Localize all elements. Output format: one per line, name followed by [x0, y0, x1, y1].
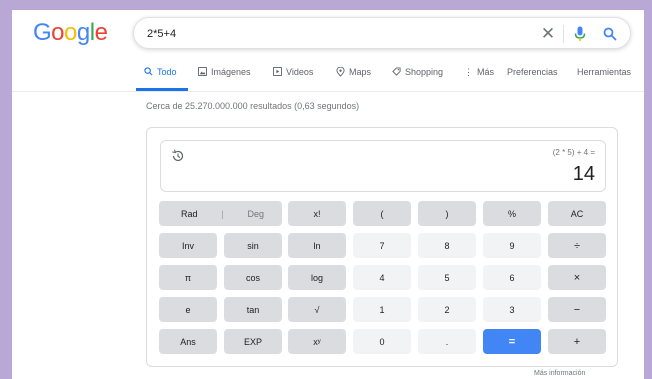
- tab-label: Más: [477, 67, 495, 77]
- microphone-icon[interactable]: [570, 24, 590, 44]
- calculator-display: (2 * 5) + 4 = 14: [160, 140, 606, 192]
- key-log[interactable]: log: [288, 265, 346, 290]
- deg-label: Deg: [247, 208, 264, 219]
- tab-label: Maps: [349, 67, 372, 77]
- key-5[interactable]: 5: [418, 265, 476, 290]
- key-equals[interactable]: =: [483, 329, 541, 354]
- video-icon: [273, 67, 282, 78]
- tab-shopping[interactable]: Shopping: [392, 67, 443, 89]
- tab-label: Todo: [157, 67, 177, 77]
- tag-icon: [392, 67, 401, 78]
- tab-label: Herramientas: [577, 67, 632, 77]
- rad-deg-toggle[interactable]: Rad | Deg: [159, 201, 282, 226]
- search-input[interactable]: [147, 24, 527, 44]
- rad-label: Rad: [181, 208, 198, 219]
- tabs-divider: [12, 91, 644, 92]
- key-tan[interactable]: tan: [224, 297, 282, 322]
- logo-letter: G: [33, 19, 52, 46]
- key-sqrt[interactable]: √: [288, 297, 346, 322]
- map-pin-icon: [336, 66, 345, 79]
- key-exp[interactable]: EXP: [224, 329, 282, 354]
- key-power[interactable]: xʸ: [288, 329, 346, 354]
- key-e[interactable]: e: [159, 297, 217, 322]
- key-9[interactable]: 9: [483, 233, 541, 258]
- calculator-card: (2 * 5) + 4 = 14 Rad | Deg x! ( ) % AC I…: [146, 127, 618, 367]
- logo-letter: g: [76, 19, 90, 46]
- key-close-paren[interactable]: ): [418, 201, 476, 226]
- image-icon: [198, 67, 207, 78]
- rad-deg-separator: |: [221, 208, 224, 219]
- frame-left-border: [0, 0, 12, 379]
- key-2[interactable]: 2: [418, 297, 476, 322]
- key-subtract[interactable]: −: [548, 297, 606, 322]
- key-factorial[interactable]: x!: [288, 201, 346, 226]
- key-multiply[interactable]: ×: [548, 265, 606, 290]
- tab-mas[interactable]: ⋮ Más: [464, 67, 494, 89]
- key-0[interactable]: 0: [353, 329, 411, 354]
- search-bar: ✕: [133, 17, 631, 49]
- calculator-result: 14: [572, 163, 595, 185]
- key-inv[interactable]: Inv: [159, 233, 217, 258]
- search-divider: [563, 25, 564, 43]
- tab-maps[interactable]: Maps: [336, 66, 372, 89]
- logo-letter: o: [51, 19, 65, 46]
- key-open-paren[interactable]: (: [353, 201, 411, 226]
- key-ln[interactable]: ln: [288, 233, 346, 258]
- google-logo[interactable]: Google: [33, 19, 108, 47]
- tab-label: Imágenes: [211, 67, 251, 77]
- key-3[interactable]: 3: [483, 297, 541, 322]
- key-percent[interactable]: %: [483, 201, 541, 226]
- logo-letter: o: [64, 19, 77, 46]
- key-1[interactable]: 1: [353, 297, 411, 322]
- tab-label: Videos: [286, 67, 314, 77]
- key-6[interactable]: 6: [483, 265, 541, 290]
- tab-imagenes[interactable]: Imágenes: [198, 67, 251, 89]
- key-4[interactable]: 4: [353, 265, 411, 290]
- tab-preferencias[interactable]: Preferencias: [507, 67, 558, 89]
- calculator-expression: (2 * 5) + 4 =: [552, 148, 595, 157]
- frame-right-border: [644, 0, 652, 379]
- frame-top-border: [0, 0, 652, 10]
- tab-label: Shopping: [405, 67, 444, 77]
- key-pi[interactable]: π: [159, 265, 217, 290]
- history-icon[interactable]: [171, 149, 185, 163]
- search-icon: [144, 67, 153, 78]
- key-divide[interactable]: ÷: [548, 233, 606, 258]
- key-7[interactable]: 7: [353, 233, 411, 258]
- key-sin[interactable]: sin: [224, 233, 282, 258]
- more-vertical-icon: ⋮: [464, 67, 473, 77]
- tab-todo[interactable]: Todo: [144, 67, 177, 89]
- tab-label: Preferencias: [507, 67, 558, 77]
- key-decimal[interactable]: .: [418, 329, 476, 354]
- key-all-clear[interactable]: AC: [548, 201, 606, 226]
- more-info-link[interactable]: Más información: [534, 370, 585, 377]
- search-tabs: Todo Imágenes Videos Maps Shopping ⋮ Más …: [144, 66, 644, 89]
- key-add[interactable]: +: [548, 329, 606, 354]
- clear-icon[interactable]: ✕: [538, 24, 558, 44]
- key-ans[interactable]: Ans: [159, 329, 217, 354]
- key-cos[interactable]: cos: [224, 265, 282, 290]
- tab-herramientas[interactable]: Herramientas: [577, 67, 631, 89]
- logo-letter: e: [94, 19, 108, 46]
- result-stats: Cerca de 25.270.000.000 resultados (0,63…: [146, 101, 360, 111]
- search-icon[interactable]: [600, 24, 620, 44]
- key-8[interactable]: 8: [418, 233, 476, 258]
- tab-videos[interactable]: Videos: [273, 67, 313, 89]
